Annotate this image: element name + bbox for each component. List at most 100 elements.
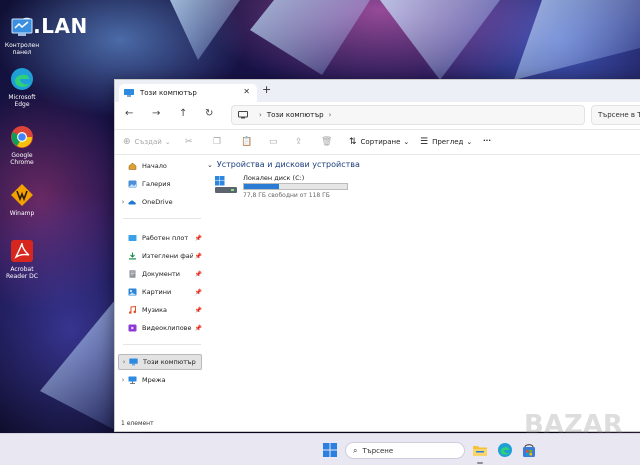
drive-free-space: 77,8 ГБ свободни от 118 ГБ <box>243 192 330 199</box>
sidebar-divider <box>123 344 201 345</box>
desktop-icon-label: Microsoft Edge <box>8 94 36 108</box>
sidebar-item-documents[interactable]: Документи 📌 <box>118 266 202 282</box>
new-tab-button[interactable]: + <box>262 83 271 96</box>
desktop-icon-winamp[interactable]: Winamp <box>2 182 42 217</box>
sidebar-item-downloads[interactable]: Изтеглени файлове 📌 <box>118 248 202 264</box>
sidebar-item-label: Документи <box>142 270 180 278</box>
share-icon[interactable]: ⇪ <box>295 137 307 147</box>
wallpaper-shard <box>514 0 640 80</box>
plus-circle-icon: ⊕ <box>123 137 131 147</box>
sort-button[interactable]: ⇅ Сортиране ⌄ <box>349 137 409 147</box>
wallpaper-shard <box>250 0 370 75</box>
chevron-right-icon[interactable]: › <box>329 111 332 119</box>
title-bar: Този компютър ✕ + <box>115 80 640 102</box>
home-icon <box>128 162 137 170</box>
back-icon[interactable]: ← <box>125 108 133 119</box>
chevron-down-icon: ⌄ <box>403 138 410 146</box>
taskbar-search-box[interactable]: ⌕ Търсене <box>345 442 465 459</box>
sidebar-item-label: Работен плот <box>142 234 189 242</box>
address-bar[interactable]: › Този компютър › <box>231 105 585 125</box>
desktop-icon-edge[interactable]: Microsoft Edge <box>2 66 42 108</box>
rename-icon[interactable]: ▭ <box>269 137 282 147</box>
sidebar-item-label: Музика <box>142 306 168 314</box>
sidebar-item-label: Изтеглени файлове <box>142 252 193 260</box>
pin-icon: 📌 <box>194 270 202 278</box>
edge-icon <box>9 66 35 92</box>
network-icon <box>128 376 137 384</box>
new-button[interactable]: ⊕ Създай ⌄ <box>123 137 171 147</box>
up-icon[interactable]: ↑ <box>179 108 187 119</box>
sidebar-item-label: Този компютър <box>143 358 196 366</box>
tab-label: Този компютър <box>140 89 197 97</box>
tab-this-pc[interactable]: Този компютър ✕ <box>119 84 257 102</box>
sidebar-item-gallery[interactable]: Галерия <box>118 176 202 192</box>
pictures-icon <box>128 288 137 296</box>
desktop-icon-acrobat[interactable]: Acrobat Reader DC <box>2 238 42 280</box>
sidebar-item-label: Мрежа <box>142 376 166 384</box>
sidebar-item-network[interactable]: › Мрежа <box>118 372 202 388</box>
chevron-right-icon[interactable]: › <box>118 376 128 384</box>
desktop-icon-label: Winamp <box>9 210 35 217</box>
pin-icon: 📌 <box>194 234 202 242</box>
wallpaper-shard <box>380 0 500 80</box>
close-icon[interactable]: ✕ <box>243 87 250 96</box>
chevron-right-icon[interactable]: › <box>259 111 262 119</box>
refresh-icon[interactable]: ↻ <box>205 108 213 119</box>
sidebar-item-this-pc[interactable]: › Този компютър <box>118 354 202 370</box>
chevron-right-icon[interactable]: › <box>119 358 129 366</box>
edge-icon[interactable] <box>497 442 513 458</box>
sidebar-item-music[interactable]: Музика 📌 <box>118 302 202 318</box>
sidebar-item-label: OneDrive <box>142 198 173 206</box>
paste-icon[interactable]: 📋 <box>241 137 256 147</box>
sidebar-item-label: Видеоклипове <box>142 324 192 332</box>
sidebar-item-label: Начало <box>142 162 167 170</box>
view-label: Преглед <box>432 138 464 146</box>
view-button[interactable]: ☰ Преглед ⌄ <box>420 137 472 147</box>
delete-icon[interactable]: 🗑 <box>321 137 336 147</box>
drive-usage-fill <box>244 184 280 189</box>
address-segment[interactable]: Този компютър <box>267 111 324 119</box>
computer-outline-icon <box>238 111 248 119</box>
forward-icon[interactable]: → <box>152 108 160 119</box>
file-explorer-window: Този компютър ✕ + ← → ↑ ↻ › Този компютъ… <box>114 79 640 432</box>
wallpaper-shard <box>170 0 240 60</box>
chrome-icon <box>9 124 35 150</box>
winamp-icon <box>9 182 35 208</box>
taskbar-search-placeholder: Търсене <box>362 446 394 455</box>
search-input[interactable]: Търсене в Т <box>591 105 640 125</box>
desktop-icon-label: Google Chrome <box>10 152 34 166</box>
status-item-count: 1 елемент <box>121 420 154 427</box>
copy-icon[interactable]: ❐ <box>213 137 225 147</box>
desktop-icon-control-panel[interactable]: Контролен панел <box>2 14 42 56</box>
desktop-icon-chrome[interactable]: Google Chrome <box>2 124 42 166</box>
sidebar-item-desktop[interactable]: Работен плот 📌 <box>118 230 202 246</box>
onedrive-icon <box>128 200 136 205</box>
content-pane: ⌄ Устройства и дискови устройства Локале… <box>207 156 640 418</box>
command-bar: ⊕ Създай ⌄ ✂ ❐ 📋 ▭ ⇪ 🗑 ⇅ Сортиране ⌄ ☰ Прегле… <box>115 129 640 155</box>
drive-item-c[interactable]: Локален диск (C:) 77,8 ГБ свободни от 11… <box>215 174 355 200</box>
start-icon[interactable] <box>322 442 338 458</box>
desktop-icon-label: Acrobat Reader DC <box>6 266 38 280</box>
store-icon[interactable] <box>521 442 537 458</box>
file-explorer-icon[interactable] <box>472 442 488 458</box>
computer-icon <box>124 89 134 97</box>
cut-icon[interactable]: ✂ <box>185 137 197 147</box>
sidebar-item-videos[interactable]: Видеоклипове 📌 <box>118 320 202 336</box>
drive-name: Локален диск (C:) <box>243 174 305 182</box>
devices-group-header[interactable]: ⌄ Устройства и дискови устройства <box>207 160 360 169</box>
search-icon: ⌕ <box>353 445 358 455</box>
wallpaper-shard <box>40 300 115 430</box>
videos-icon <box>128 324 137 332</box>
sidebar-item-onedrive[interactable]: › OneDrive <box>118 194 202 210</box>
sidebar-item-home[interactable]: Начало <box>118 158 202 174</box>
new-label: Създай <box>134 138 162 146</box>
documents-icon <box>129 270 136 278</box>
sidebar-item-pictures[interactable]: Картини 📌 <box>118 284 202 300</box>
sidebar-divider <box>123 218 201 219</box>
pin-icon: 📌 <box>194 324 202 332</box>
control-panel-icon <box>9 14 35 40</box>
drive-usage-bar <box>243 183 348 190</box>
sidebar-item-label: Галерия <box>142 180 171 188</box>
chevron-right-icon[interactable]: › <box>118 198 128 206</box>
more-options-button[interactable]: ··· <box>483 137 491 145</box>
